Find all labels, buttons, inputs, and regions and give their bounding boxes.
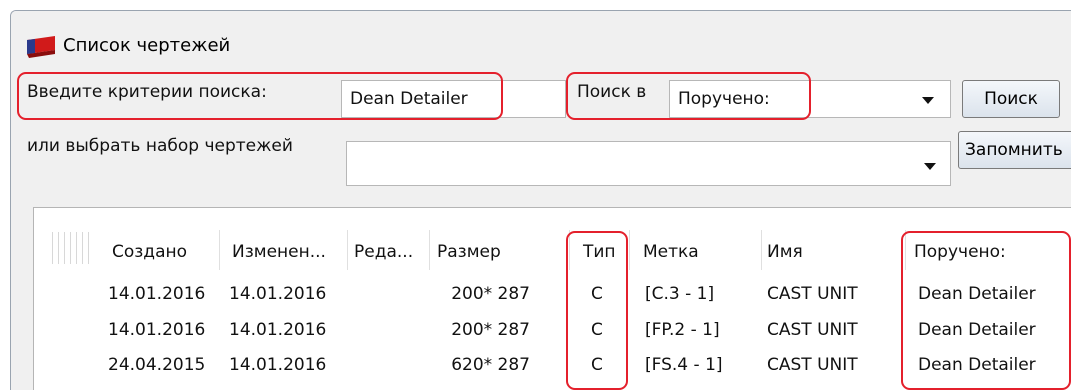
cell-created: 14.01.2016 [108, 284, 206, 304]
cell-type: C [591, 284, 603, 304]
header-grip [76, 232, 77, 264]
cell-mark: [FS.4 - 1] [645, 355, 723, 375]
cell-size: 620* 287 [451, 355, 530, 375]
drawing-set-select[interactable] [346, 141, 951, 186]
column-header-name[interactable]: Имя [767, 242, 803, 262]
cell-mark: [FP.2 - 1] [645, 320, 720, 340]
column-divider[interactable] [629, 230, 630, 270]
cell-created: 24.04.2015 [108, 355, 206, 375]
column-header-size[interactable]: Размер [437, 242, 501, 262]
cell-assigned: Dean Detailer [918, 355, 1036, 375]
cell-name: CAST UNIT [767, 320, 858, 340]
window-title: Список чертежей [63, 35, 231, 56]
header-grip [82, 232, 83, 264]
column-divider[interactable] [569, 230, 570, 270]
cell-type: C [591, 355, 603, 375]
column-divider[interactable] [347, 230, 348, 270]
cell-assigned: Dean Detailer [918, 284, 1036, 304]
drawing-list-window: Список чертежей Введите критерии поиска:… [10, 10, 1071, 390]
cell-mark: [C.3 - 1] [645, 284, 715, 304]
column-header-mark[interactable]: Метка [643, 242, 699, 262]
drawing-set-label: или выбрать набор чертежей [27, 136, 293, 156]
search-criteria-label: Введите критерии поиска: [27, 82, 267, 102]
cell-assigned: Dean Detailer [918, 320, 1036, 340]
cell-modified: 14.01.2016 [229, 320, 327, 340]
header-grip [88, 232, 89, 264]
cell-type: C [591, 320, 603, 340]
cell-size: 200* 287 [451, 320, 530, 340]
chevron-down-icon [922, 97, 934, 104]
header-grip [64, 232, 65, 264]
remember-button[interactable]: Запомнить [958, 131, 1071, 169]
cell-name: CAST UNIT [767, 284, 858, 304]
column-header-edited[interactable]: Реда... [354, 242, 413, 262]
header-grip [70, 232, 71, 264]
column-header-assigned[interactable]: Поручено: [914, 242, 1006, 262]
column-divider[interactable] [219, 230, 220, 270]
cell-name: CAST UNIT [767, 355, 858, 375]
cell-created: 14.01.2016 [108, 320, 206, 340]
column-divider[interactable] [429, 230, 430, 270]
column-divider[interactable] [905, 230, 906, 270]
title-bar[interactable]: Список чертежей [11, 11, 1071, 65]
header-grip [58, 232, 59, 264]
drawing-list-icon [27, 36, 55, 58]
search-in-value: Поручено: [678, 89, 770, 109]
drawing-list[interactable]: Создано Изменен... Реда... Размер Тип Ме… [33, 207, 1071, 390]
column-header-created[interactable]: Создано [112, 242, 187, 262]
search-button[interactable]: Поиск [962, 80, 1060, 118]
search-in-label: Поиск в [577, 82, 647, 102]
column-header-modified[interactable]: Изменен... [232, 242, 326, 262]
chevron-down-icon [924, 163, 936, 170]
column-divider[interactable] [761, 230, 762, 270]
cell-modified: 14.01.2016 [229, 284, 327, 304]
search-in-select[interactable]: Поручено: [669, 80, 951, 118]
cell-size: 200* 287 [451, 284, 530, 304]
header-grip [52, 232, 53, 264]
search-criteria-input[interactable]: Dean Detailer [341, 80, 566, 118]
cell-modified: 14.01.2016 [229, 355, 327, 375]
column-header-type[interactable]: Тип [583, 242, 616, 262]
